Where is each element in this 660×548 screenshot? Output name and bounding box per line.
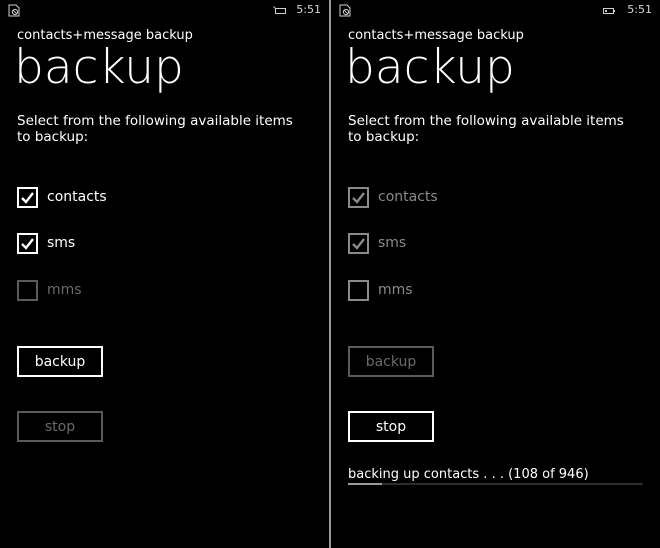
checkbox-box: [17, 279, 38, 301]
phone-screen-backing-up: 5:51 contacts+message backup backup Sele…: [331, 0, 660, 548]
instructions-text: Select from the following available item…: [348, 113, 624, 145]
battery-saver-icon: [273, 6, 286, 14]
checkmark-icon: [21, 237, 34, 250]
checkbox-mms: mms: [348, 279, 413, 301]
checkbox-mms: mms: [17, 279, 82, 301]
checkbox-box: [348, 232, 369, 254]
backup-button: backup: [348, 346, 434, 377]
checkbox-box: [348, 279, 369, 301]
checkbox-label: contacts: [47, 189, 107, 205]
page-title: backup: [14, 40, 184, 95]
progress-bar-fill: [348, 483, 382, 485]
checkbox-box: [348, 186, 369, 208]
checkbox-sms: sms: [348, 232, 406, 254]
checkmark-icon: [352, 237, 365, 250]
checkbox-box[interactable]: [17, 186, 38, 208]
checkbox-label: sms: [378, 235, 407, 251]
instructions-text: Select from the following available item…: [17, 113, 293, 145]
checkbox-sms[interactable]: sms: [17, 232, 75, 254]
phone-screen-idle: 5:51 contacts+message backup backup Sele…: [0, 0, 329, 548]
clock: 5:51: [296, 3, 321, 16]
checkbox-box[interactable]: [17, 232, 38, 254]
checkbox-contacts[interactable]: contacts: [17, 186, 107, 208]
checkmark-icon: [21, 191, 34, 204]
checkbox-label: mms: [47, 282, 82, 298]
stop-button[interactable]: stop: [348, 411, 434, 442]
checkbox-contacts: contacts: [348, 186, 438, 208]
progress-status-text: backing up contacts . . . (108 of 946): [348, 467, 589, 482]
notification-icon: [339, 4, 351, 17]
checkbox-label: mms: [378, 282, 413, 298]
progress-bar: [348, 483, 643, 485]
checkbox-label: contacts: [378, 189, 438, 205]
clock: 5:51: [627, 3, 652, 16]
status-bar: 5:51: [0, 0, 329, 22]
notification-icon: [8, 4, 20, 17]
page-title: backup: [345, 40, 515, 95]
status-bar: 5:51: [331, 0, 660, 22]
checkmark-icon: [352, 191, 365, 204]
stop-button: stop: [17, 411, 103, 442]
battery-icon: [603, 8, 615, 14]
checkbox-label: sms: [47, 235, 76, 251]
backup-button[interactable]: backup: [17, 346, 103, 377]
